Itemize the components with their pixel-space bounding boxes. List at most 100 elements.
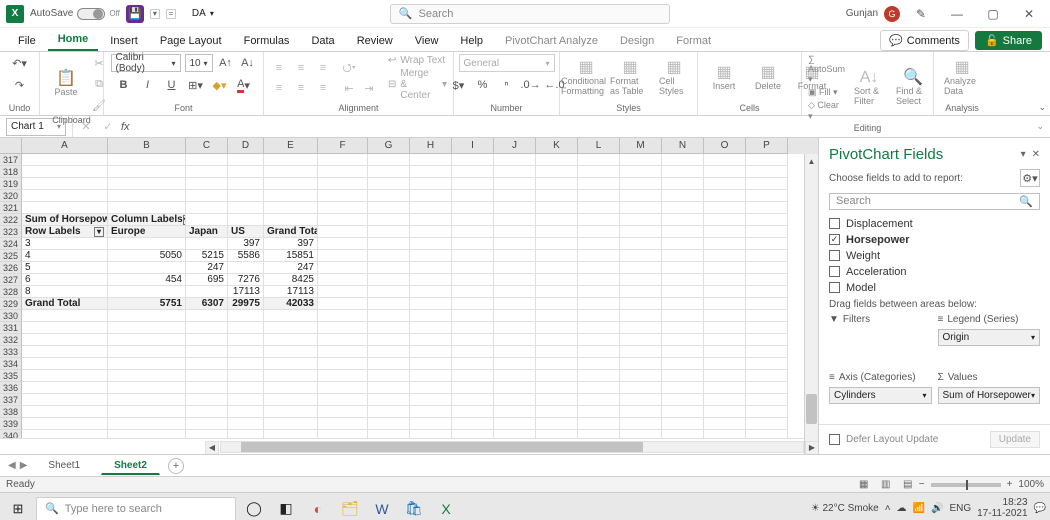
row-header-336[interactable]: 336 <box>0 382 22 394</box>
cell-I333[interactable] <box>452 346 494 358</box>
orientation-icon[interactable]: ⭯▾ <box>340 59 358 77</box>
windows-start-button[interactable]: ⊞ <box>4 497 32 520</box>
cell-I330[interactable] <box>452 310 494 322</box>
cell-H324[interactable] <box>410 238 452 250</box>
cell-M337[interactable] <box>620 394 662 406</box>
cell-G340[interactable] <box>368 430 410 438</box>
search-input[interactable]: 🔍 Search <box>390 4 670 24</box>
cell-C325[interactable]: 5215 <box>186 250 228 262</box>
task-view-icon[interactable]: ◯ <box>240 496 268 520</box>
cell-G333[interactable] <box>368 346 410 358</box>
sheet-tab-sheet1[interactable]: Sheet1 <box>35 457 93 474</box>
cell-O328[interactable] <box>704 286 746 298</box>
cell-E328[interactable]: 17113 <box>264 286 318 298</box>
cell-C336[interactable] <box>186 382 228 394</box>
col-header-L[interactable]: L <box>578 138 620 154</box>
cell-E327[interactable]: 8425 <box>264 274 318 286</box>
cell-E322[interactable] <box>264 214 318 226</box>
cell-A336[interactable] <box>22 382 108 394</box>
cell-B322[interactable]: Column Labels▾ <box>108 214 186 226</box>
bold-button[interactable]: B <box>115 76 133 94</box>
cell-N337[interactable] <box>662 394 704 406</box>
cell-I324[interactable] <box>452 238 494 250</box>
cell-F339[interactable] <box>318 418 368 430</box>
cell-E329[interactable]: 42033 <box>264 298 318 310</box>
cell-J336[interactable] <box>494 382 536 394</box>
cell-P323[interactable] <box>746 226 788 238</box>
field-checkbox[interactable] <box>829 250 840 261</box>
cell-H319[interactable] <box>410 178 452 190</box>
zoom-slider[interactable] <box>931 483 1001 487</box>
pane-search-input[interactable]: Search 🔍 <box>829 193 1040 210</box>
cell-M320[interactable] <box>620 190 662 202</box>
font-color-button[interactable]: A▾ <box>235 76 253 94</box>
row-header-335[interactable]: 335 <box>0 370 22 382</box>
comma-icon[interactable]: ⁿ <box>498 76 516 94</box>
col-header-E[interactable]: E <box>264 138 318 154</box>
store-icon[interactable]: 🛍 <box>400 496 428 520</box>
cell-B328[interactable] <box>108 286 186 298</box>
row-header-319[interactable]: 319 <box>0 178 22 190</box>
tab-data[interactable]: Data <box>301 31 344 51</box>
cell-G335[interactable] <box>368 370 410 382</box>
cell-O339[interactable] <box>704 418 746 430</box>
cell-L326[interactable] <box>578 262 620 274</box>
qat-undo-dropdown[interactable]: ▾ <box>150 9 160 19</box>
cell-D327[interactable]: 7276 <box>228 274 264 286</box>
cell-B320[interactable] <box>108 190 186 202</box>
row-header-338[interactable]: 338 <box>0 406 22 418</box>
cell-N322[interactable] <box>662 214 704 226</box>
cell-G319[interactable] <box>368 178 410 190</box>
cell-E321[interactable] <box>264 202 318 214</box>
cell-P318[interactable] <box>746 166 788 178</box>
decrease-indent-icon[interactable]: ⇤ <box>340 79 358 97</box>
field-item-displacement[interactable]: Displacement <box>829 216 1040 232</box>
cell-C339[interactable] <box>186 418 228 430</box>
word-icon[interactable]: W <box>368 496 396 520</box>
cell-N340[interactable] <box>662 430 704 438</box>
cell-G326[interactable] <box>368 262 410 274</box>
filter-dropdown-icon[interactable]: ▾ <box>94 227 104 237</box>
undo-button[interactable]: ↶▾ <box>11 54 29 72</box>
cell-G317[interactable] <box>368 154 410 166</box>
cell-P322[interactable] <box>746 214 788 226</box>
cell-P338[interactable] <box>746 406 788 418</box>
cell-H321[interactable] <box>410 202 452 214</box>
cell-B337[interactable] <box>108 394 186 406</box>
legend-field-pill[interactable]: Origin▾ <box>938 329 1041 346</box>
cell-P331[interactable] <box>746 322 788 334</box>
page-layout-view-icon[interactable]: ▥ <box>875 478 897 492</box>
cell-B324[interactable] <box>108 238 186 250</box>
volume-icon[interactable]: 🔊 <box>931 503 943 514</box>
cell-I336[interactable] <box>452 382 494 394</box>
cell-H332[interactable] <box>410 334 452 346</box>
onedrive-icon[interactable]: ☁ <box>897 503 907 514</box>
cell-B321[interactable] <box>108 202 186 214</box>
cell-O332[interactable] <box>704 334 746 346</box>
cell-G321[interactable] <box>368 202 410 214</box>
cell-C331[interactable] <box>186 322 228 334</box>
maximize-icon[interactable]: ▢ <box>978 4 1008 24</box>
cell-P336[interactable] <box>746 382 788 394</box>
cell-M325[interactable] <box>620 250 662 262</box>
cell-M322[interactable] <box>620 214 662 226</box>
excel-taskbar-icon[interactable]: X <box>432 496 460 520</box>
cell-E324[interactable]: 397 <box>264 238 318 250</box>
expand-formula-bar-icon[interactable]: ⌄ <box>1036 121 1044 132</box>
page-break-view-icon[interactable]: ▤ <box>897 478 919 492</box>
cell-E333[interactable] <box>264 346 318 358</box>
values-area[interactable]: ΣValues Sum of Horsepower▾ <box>938 372 1041 424</box>
cell-H326[interactable] <box>410 262 452 274</box>
cell-B323[interactable]: Europe <box>108 226 186 238</box>
cell-D338[interactable] <box>228 406 264 418</box>
redo-button[interactable]: ↷ <box>11 76 29 94</box>
cell-C337[interactable] <box>186 394 228 406</box>
cell-J331[interactable] <box>494 322 536 334</box>
cell-C317[interactable] <box>186 154 228 166</box>
cell-C323[interactable]: Japan <box>186 226 228 238</box>
cell-J318[interactable] <box>494 166 536 178</box>
cell-H340[interactable] <box>410 430 452 438</box>
cell-O319[interactable] <box>704 178 746 190</box>
defer-checkbox[interactable] <box>829 434 840 445</box>
cell-B335[interactable] <box>108 370 186 382</box>
